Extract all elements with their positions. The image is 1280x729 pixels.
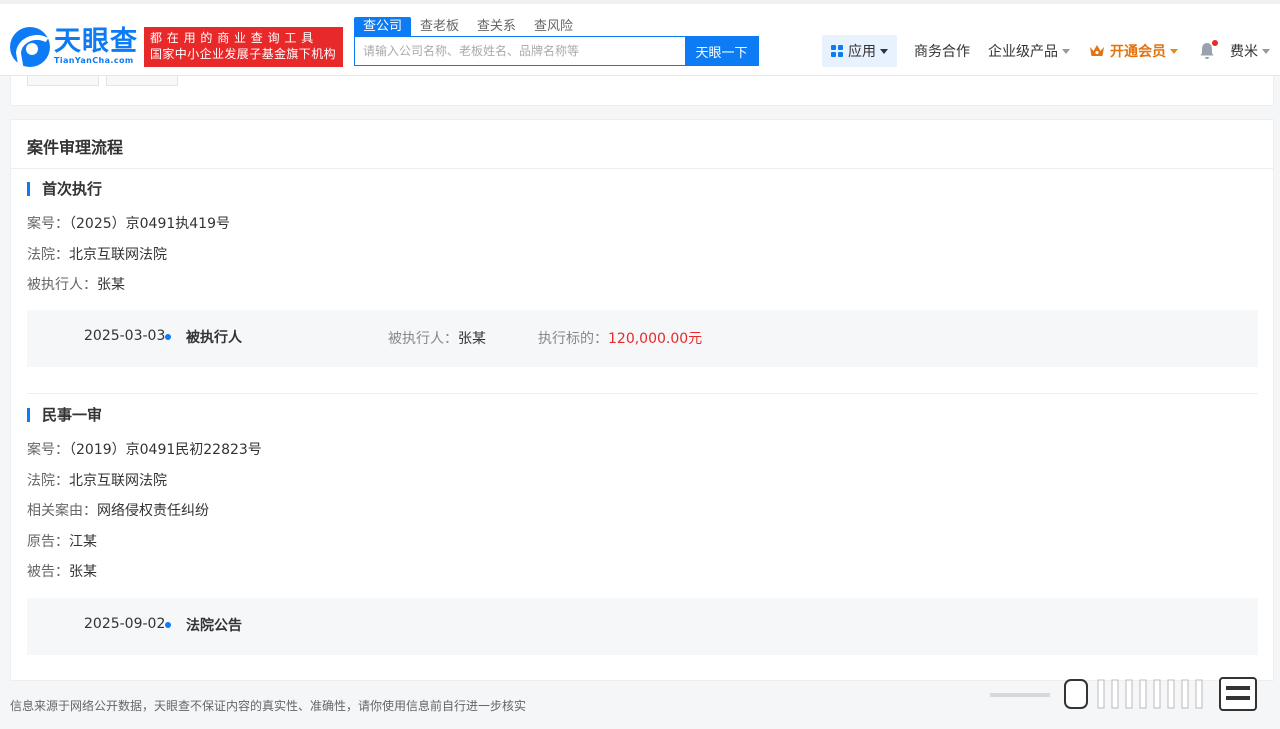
- nav-apps-menu[interactable]: 应用: [822, 35, 897, 67]
- section-title-text: 民事一审: [42, 406, 103, 424]
- previous-section-remnant: [10, 76, 1274, 106]
- search-tabs: 查公司 查老板 查关系 查风险: [354, 17, 582, 36]
- case-number-line: 案号：（2025）京0491执419号: [27, 213, 230, 233]
- timeline-date: 2025-09-02: [84, 616, 166, 632]
- search-button[interactable]: 天眼一下: [685, 37, 758, 65]
- timeline-date: 2025-03-03: [84, 328, 166, 344]
- case-process-card: 案件审理流程 首次执行 案号：（2025）京0491执419号 法院：北京互联网…: [10, 119, 1274, 681]
- section-title-text: 首次执行: [42, 180, 103, 198]
- timeline-item: 2025-09-02 法院公告: [27, 598, 1258, 655]
- tab-search-risk[interactable]: 查风险: [525, 17, 582, 36]
- timeline-party: 被执行人：张某: [388, 331, 486, 347]
- chevron-down-icon: [1262, 48, 1270, 54]
- info-label: 被执行人：: [27, 277, 97, 293]
- plaintiff-line: 原告：江某: [27, 531, 97, 551]
- timeline-event: 被执行人: [186, 330, 242, 346]
- timeline-event: 法院公告: [186, 618, 242, 634]
- info-label: 原告：: [27, 534, 69, 550]
- info-value: （2025）京0491执419号: [69, 216, 230, 232]
- info-label: 相关案由：: [27, 503, 97, 519]
- info-label: 案号：: [27, 216, 69, 232]
- timeline-dot-icon: [165, 622, 171, 628]
- case-cause-line: 相关案由：网络侵权责任纠纷: [27, 500, 209, 520]
- info-value: （2019）京0491民初22823号: [69, 442, 262, 458]
- tab-search-company[interactable]: 查公司: [354, 17, 412, 36]
- tab-search-relation[interactable]: 查关系: [468, 17, 525, 36]
- info-value: 网络侵权责任纠纷: [97, 503, 209, 519]
- notification-dot: [1212, 40, 1218, 46]
- section-title-first-execution: 首次执行: [27, 178, 102, 199]
- timeline-item: 2025-03-03 被执行人 被执行人：张某 执行标的：120,000.00元: [27, 310, 1258, 367]
- defendant-line: 被告：张某: [27, 561, 97, 581]
- section-accent-bar: [27, 181, 30, 196]
- nav-enterprise-products[interactable]: 企业级产品: [988, 35, 1070, 67]
- logo-eye-icon: [10, 27, 50, 67]
- apps-grid-icon: [831, 45, 843, 57]
- info-label: 被告：: [27, 564, 69, 580]
- remnant-button[interactable]: [106, 76, 178, 86]
- tab-search-boss[interactable]: 查老板: [411, 17, 468, 36]
- section-title-civil-first-instance: 民事一审: [27, 404, 102, 425]
- info-label: 案号：: [27, 442, 69, 458]
- nav-apps-label: 应用: [848, 44, 876, 60]
- info-value: 张某: [69, 564, 97, 580]
- case-number-line: 案号：（2019）京0491民初22823号: [27, 439, 262, 459]
- tianyancha-logo[interactable]: 天眼查 TianYanCha.com: [10, 27, 138, 67]
- info-label: 法院：: [27, 247, 69, 263]
- info-value: 北京互联网法院: [69, 473, 167, 489]
- divider: [11, 168, 1273, 169]
- info-value: 张某: [97, 277, 125, 293]
- bell-icon: [1199, 40, 1218, 60]
- search-input[interactable]: [355, 37, 685, 65]
- timeline-dot-icon: [165, 334, 171, 340]
- court-line: 法院：北京互联网法院: [27, 470, 167, 490]
- court-line: 法院：北京互联网法院: [27, 244, 167, 264]
- timeline-amount: 执行标的：120,000.00元: [538, 331, 703, 347]
- chevron-down-icon: [1170, 48, 1178, 54]
- logo-text-cn: 天眼查: [54, 26, 138, 57]
- card-title: 案件审理流程: [27, 138, 124, 157]
- executed-person-line: 被执行人：张某: [27, 274, 125, 294]
- nav-vip-label: 开通会员: [1110, 44, 1166, 60]
- slogan-banner: 都在用的商业查询工具 国家中小企业发展子基金旗下机构: [144, 27, 343, 67]
- nav-enterprise-label: 企业级产品: [988, 44, 1058, 60]
- info-value: 北京互联网法院: [69, 247, 167, 263]
- user-menu[interactable]: 费米: [1230, 35, 1270, 67]
- logo-text-en: TianYanCha.com: [54, 56, 134, 65]
- nav-open-vip[interactable]: 开通会员: [1089, 35, 1178, 67]
- slogan-line-1: 都在用的商业查询工具: [150, 31, 319, 45]
- notification-button[interactable]: [1199, 35, 1218, 67]
- watermark-graphic: [990, 677, 1257, 711]
- chevron-down-icon: [880, 48, 888, 54]
- nav-business[interactable]: 商务合作: [914, 35, 970, 67]
- section-divider: [27, 393, 1258, 394]
- section-accent-bar: [27, 407, 30, 422]
- info-label: 法院：: [27, 473, 69, 489]
- top-header: 天眼查 TianYanCha.com 都在用的商业查询工具 国家中小企业发展子基…: [0, 0, 1280, 76]
- user-name: 费米: [1230, 44, 1258, 60]
- crown-icon: [1089, 44, 1105, 58]
- slogan-line-2: 国家中小企业发展子基金旗下机构: [150, 47, 337, 61]
- disclaimer-note: 信息来源于网络公开数据，天眼查不保证内容的真实性、准确性，请你使用信息前自行进一…: [10, 699, 527, 713]
- chevron-down-icon: [1062, 48, 1070, 54]
- nav-business-label: 商务合作: [914, 44, 970, 60]
- search-box: 天眼一下: [354, 36, 759, 66]
- info-value: 江某: [69, 534, 97, 550]
- remnant-button[interactable]: [27, 76, 99, 86]
- header-top-line: [0, 0, 1280, 4]
